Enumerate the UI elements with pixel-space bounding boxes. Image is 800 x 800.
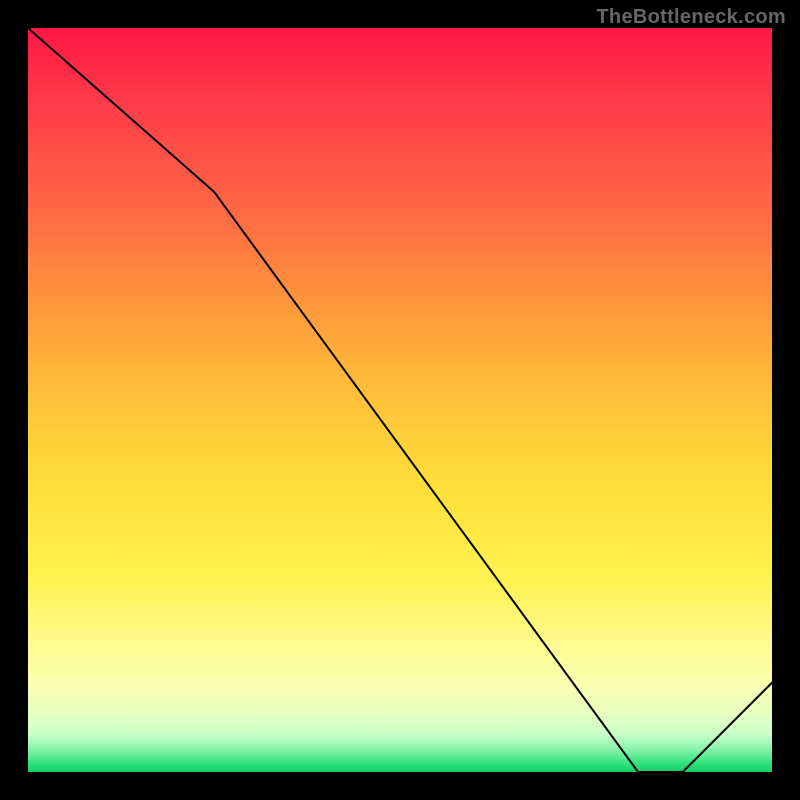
watermark-text: TheBottleneck.com [596,6,786,29]
chart-root: TheBottleneck.com [0,0,800,800]
bottleneck-curve-line [28,28,772,772]
plot-area [28,28,772,772]
line-series [28,28,772,772]
